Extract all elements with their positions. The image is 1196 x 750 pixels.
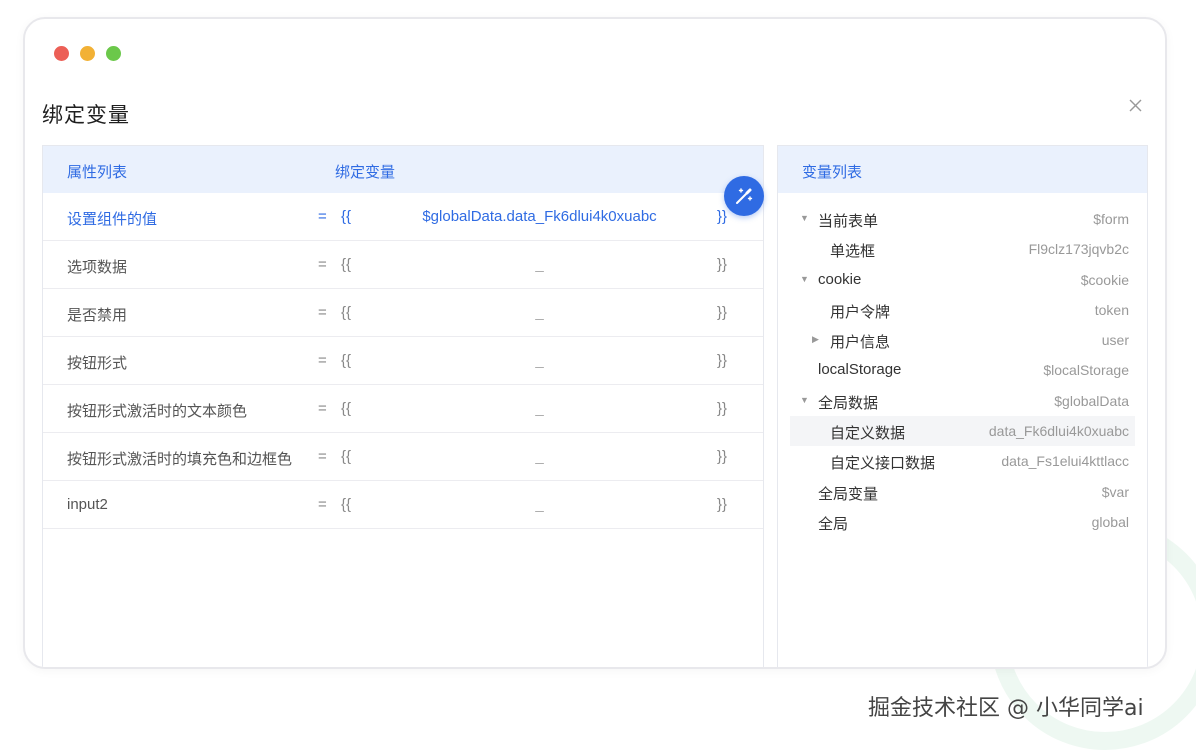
tree-node[interactable]: ▼ 全局数据 $globalData [778, 386, 1147, 416]
tree-node[interactable]: 单选框 Fl9clz173jqvb2c [778, 234, 1147, 264]
binding-value[interactable]: $globalData.data_Fk6dlui4k0xuabc [383, 208, 696, 225]
table-row[interactable]: 是否禁用 = {{ _}} [43, 289, 763, 337]
tree-node-key: $globalData [1054, 392, 1129, 409]
tree-node-key: Fl9clz173jqvb2c [1028, 241, 1129, 258]
tree-node[interactable]: 用户令牌 token [778, 295, 1147, 325]
tree-node-label: 用户信息 [830, 334, 891, 352]
property-label: input2 [67, 496, 108, 513]
tree-node-label: 自定义数据 [830, 425, 906, 443]
header-property: 属性列表 [67, 164, 128, 181]
tree-node-key: data_Fs1elui4kttlacc [1001, 453, 1129, 470]
close-braces: }} [717, 448, 728, 465]
close-braces: }} [717, 256, 728, 273]
property-label: 按钮形式 [67, 355, 128, 372]
open-braces: {{ [341, 448, 352, 465]
binding-value[interactable]: _ [383, 256, 696, 273]
open-braces: {{ [341, 496, 352, 513]
tree-node-label: 自定义接口数据 [830, 455, 936, 473]
close-braces: }} [717, 304, 728, 321]
tree-node-key: data_Fk6dlui4k0xuabc [988, 423, 1129, 440]
table-row[interactable]: 设置组件的值 = {{ $globalData.data_Fk6dlui4k0xuab… [43, 193, 763, 241]
tree-node[interactable]: 自定义接口数据 data_Fs1elui4kttlacc [778, 446, 1147, 476]
tree-node-label: 当前表单 [818, 213, 879, 230]
property-label: 设置组件的值 [67, 211, 158, 228]
property-label: 选项数据 [67, 259, 128, 276]
equals-sign: = [318, 400, 327, 417]
tree-node[interactable]: 自定义数据 data_Fk6dlui4k0xuabc [790, 416, 1135, 447]
open-braces: {{ [341, 400, 352, 417]
close-braces: }} [717, 352, 728, 369]
property-label: 按钮形式激活时的填充色和边框色 [67, 451, 293, 468]
tree-node[interactable]: ▶ 用户信息 user [778, 325, 1147, 355]
close-button[interactable] [1125, 95, 1147, 117]
equals-sign: = [318, 208, 327, 225]
tree-node-label: 单选框 [830, 243, 876, 261]
table-header: 属性列表 绑定变量 [43, 146, 763, 193]
dialog-window: 绑定变量 属性列表 绑定变量 设置组件的值 = {{ $globalData.data… [23, 17, 1167, 669]
tree-node-key: $var [1101, 483, 1129, 500]
tree-node[interactable]: localStorage $localStorage [778, 355, 1147, 385]
variable-list-panel: 变量列表 ▼ 当前表单 $form 单选框 Fl9clz173jqvb2c ▼ cookie… [777, 145, 1148, 667]
dialog-title: 绑定变量 [42, 104, 130, 127]
binding-value[interactable]: _ [383, 400, 696, 417]
tree-node-label: 全局 [818, 515, 849, 533]
tree-node-key: $cookie [1080, 271, 1129, 288]
binding-value[interactable]: _ [383, 448, 696, 465]
header-binding: 绑定变量 [335, 164, 396, 181]
caret-down-icon[interactable]: ▼ [800, 274, 810, 284]
tree-node-label: 用户令牌 [830, 303, 891, 321]
window-maximize-dot[interactable] [106, 46, 121, 61]
tree-node-label: localStorage [818, 361, 902, 379]
property-label: 是否禁用 [67, 307, 128, 324]
watermark: 掘金技术社区 @ 小华同学ai [868, 696, 1144, 721]
property-label: 按钮形式激活时的文本颜色 [67, 403, 248, 420]
table-row[interactable]: 按钮形式激活时的文本颜色 = {{ _}} [43, 385, 763, 433]
table-row[interactable]: 按钮形式 = {{ _}} [43, 337, 763, 385]
close-braces: }} [717, 208, 728, 225]
equals-sign: = [318, 304, 327, 321]
open-braces: {{ [341, 208, 352, 225]
close-braces: }} [717, 400, 728, 417]
tree-node-key: user [1101, 332, 1129, 349]
tree-node[interactable]: 全局 global [778, 507, 1147, 537]
magic-wand-icon [736, 188, 753, 204]
table-row[interactable]: 选项数据 = {{ _}} [43, 241, 763, 289]
tree-node[interactable]: ▼ 当前表单 $form [778, 204, 1147, 234]
binding-value[interactable]: _ [383, 304, 696, 321]
window-close-dot[interactable] [54, 46, 69, 61]
magic-wand-button[interactable] [724, 176, 764, 216]
tree-node[interactable]: 全局变量 $var [778, 477, 1147, 507]
tree-node-key: global [1091, 513, 1129, 530]
variable-tree: ▼ 当前表单 $form 单选框 Fl9clz173jqvb2c ▼ cookie $cook… [778, 204, 1147, 537]
table-row[interactable]: input2 = {{ _}} [43, 481, 763, 529]
binding-value[interactable]: _ [383, 496, 696, 513]
close-icon [1129, 99, 1142, 112]
caret-down-icon[interactable]: ▼ [800, 213, 810, 223]
table-row[interactable]: 按钮形式激活时的填充色和边框色 = {{ _}} [43, 433, 763, 481]
caret-down-icon[interactable]: ▼ [800, 395, 810, 405]
variable-list-title: 变量列表 [802, 164, 863, 181]
tree-node-key: $localStorage [1043, 362, 1129, 379]
equals-sign: = [318, 256, 327, 273]
tree-node-label: 全局数据 [818, 394, 879, 412]
tree-node-key: $form [1093, 211, 1129, 227]
tree-node-key: token [1094, 301, 1129, 318]
open-braces: {{ [341, 304, 352, 321]
tree-node[interactable]: ▼ cookie $cookie [778, 265, 1147, 295]
open-braces: {{ [341, 352, 352, 369]
caret-right-icon[interactable]: ▶ [812, 334, 822, 344]
tree-node-label: 全局变量 [818, 485, 879, 503]
binding-value[interactable]: _ [383, 352, 696, 369]
equals-sign: = [318, 352, 327, 369]
tree-node-label: cookie [818, 270, 862, 288]
close-braces: }} [717, 496, 728, 513]
property-binding-table: 属性列表 绑定变量 设置组件的值 = {{ $globalData.data_Fk6d… [42, 145, 764, 667]
variable-list-header: 变量列表 [778, 146, 1147, 193]
open-braces: {{ [341, 256, 352, 273]
window-minimize-dot[interactable] [80, 46, 95, 61]
equals-sign: = [318, 496, 327, 513]
equals-sign: = [318, 448, 327, 465]
